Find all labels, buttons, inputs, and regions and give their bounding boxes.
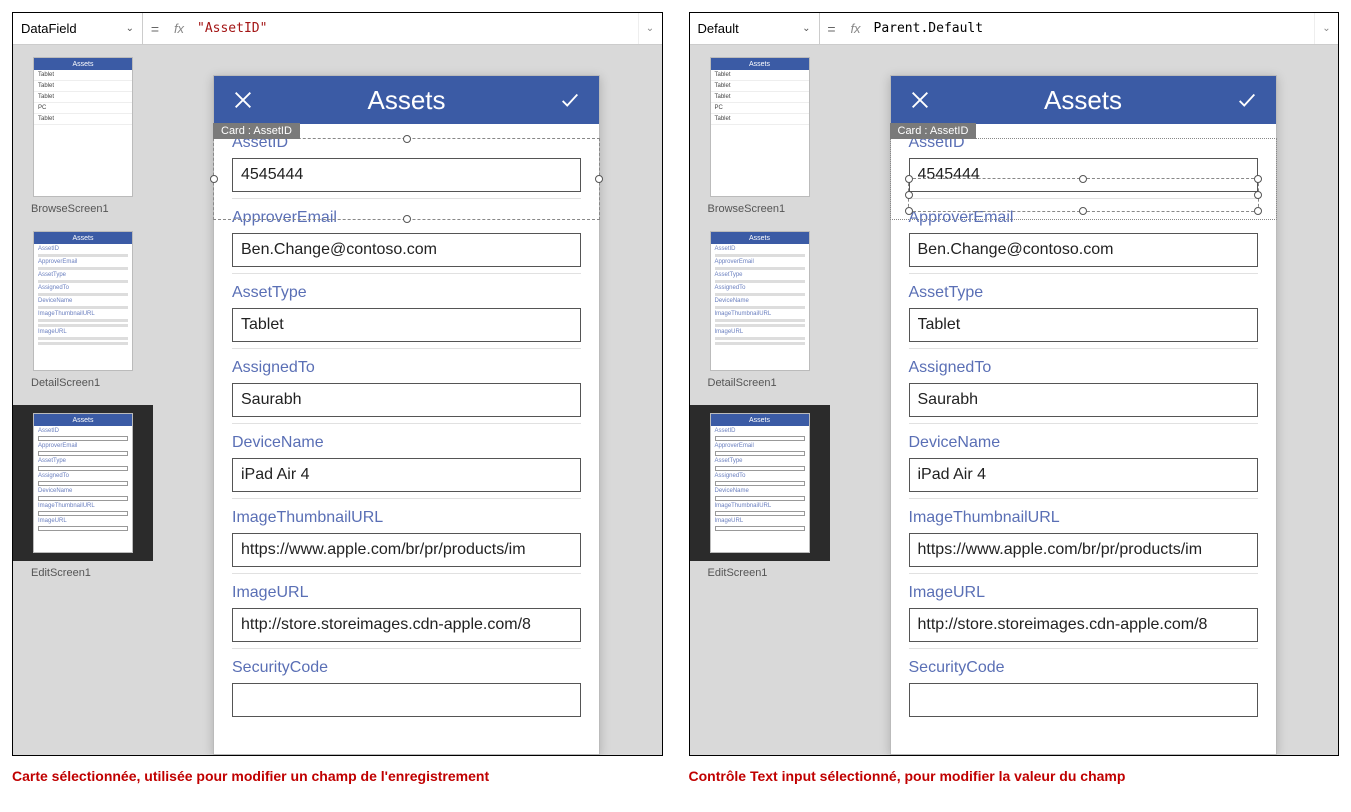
form-card[interactable]: AssignedTo	[232, 348, 581, 423]
field-label: DeviceName	[909, 434, 1258, 452]
screen-thumb-browse[interactable]: Assets Tablet Tablet Tablet PC Tablet	[710, 57, 810, 197]
formula-text: Parent.Default	[874, 21, 984, 36]
input-selection-outline	[908, 178, 1259, 212]
field-input[interactable]	[232, 458, 581, 492]
form-card[interactable]: AssetType	[909, 273, 1258, 348]
field-input[interactable]	[232, 683, 581, 717]
equals-sign: =	[820, 21, 844, 37]
field-label: AssetType	[909, 284, 1258, 302]
field-label: ImageURL	[909, 584, 1258, 602]
field-label: AssignedTo	[909, 359, 1258, 377]
check-icon[interactable]	[1236, 89, 1258, 111]
form-card[interactable]: AssignedTo	[909, 348, 1258, 423]
selection-tag: Card : AssetID	[890, 123, 977, 139]
field-label: ImageThumbnailURL	[232, 509, 581, 527]
screen-thumb-detail[interactable]: Assets AssetID ApproverEmail AssetType A…	[710, 231, 810, 371]
formula-input[interactable]: "AssetID"	[191, 21, 638, 36]
screen-thumb-detail[interactable]: Assets AssetID ApproverEmail AssetType A…	[33, 231, 133, 371]
field-input[interactable]	[909, 383, 1258, 417]
property-dropdown-label: Default	[698, 21, 739, 36]
phone-header: Assets	[214, 76, 599, 124]
field-input[interactable]	[909, 608, 1258, 642]
thumb-label: BrowseScreen1	[13, 203, 109, 215]
form-card[interactable]: ImageThumbnailURL	[232, 498, 581, 573]
form-card[interactable]: ImageURL	[232, 573, 581, 648]
field-input[interactable]	[232, 233, 581, 267]
thumb-label: DetailScreen1	[690, 377, 777, 389]
chevron-down-icon: ⌄	[802, 23, 810, 34]
screen-navigator: Assets Tablet Tablet Tablet PC Tablet Br…	[13, 45, 153, 755]
equals-sign: =	[143, 21, 167, 37]
screen-navigator: Assets Tablet Tablet Tablet PC Tablet Br…	[690, 45, 830, 755]
field-label: SecurityCode	[232, 659, 581, 677]
field-label: AssetType	[232, 284, 581, 302]
thumb-label: DetailScreen1	[13, 377, 100, 389]
formula-bar: DataField ⌄ = fx "AssetID" ⌄	[13, 13, 662, 45]
selection-tag: Card : AssetID	[213, 123, 300, 139]
close-icon[interactable]	[232, 89, 254, 111]
field-input[interactable]	[909, 683, 1258, 717]
field-input[interactable]	[909, 533, 1258, 567]
screen-thumb-edit[interactable]: Assets AssetID ApproverEmail AssetType A…	[710, 413, 810, 553]
formula-expand-icon[interactable]: ⌄	[1314, 13, 1338, 44]
fx-icon: fx	[844, 21, 868, 36]
property-dropdown-label: DataField	[21, 21, 77, 36]
field-input[interactable]	[909, 233, 1258, 267]
canvas[interactable]: Card : AssetID Assets AssetIDApproverEma…	[830, 45, 1339, 755]
thumb-label: EditScreen1	[13, 567, 91, 579]
formula-input[interactable]: Parent.Default	[868, 21, 1315, 36]
form-card[interactable]: ImageURL	[909, 573, 1258, 648]
thumb-label: EditScreen1	[690, 567, 768, 579]
close-icon[interactable]	[909, 89, 931, 111]
editor-panel-right: Default ⌄ = fx Parent.Default ⌄ Assets T…	[689, 12, 1340, 756]
editor-panel-left: DataField ⌄ = fx "AssetID" ⌄ Assets Tabl…	[12, 12, 663, 756]
field-label: AssignedTo	[232, 359, 581, 377]
form-card[interactable]: SecurityCode	[909, 648, 1258, 723]
field-input[interactable]	[232, 383, 581, 417]
chevron-down-icon: ⌄	[126, 23, 134, 34]
caption-left: Carte sélectionnée, utilisée pour modifi…	[12, 756, 663, 784]
canvas[interactable]: Card : AssetID Assets AssetIDApproverEma…	[153, 45, 662, 755]
property-dropdown[interactable]: Default ⌄	[690, 13, 820, 45]
form-card[interactable]: ImageThumbnailURL	[909, 498, 1258, 573]
phone-title: Assets	[254, 85, 559, 116]
screen-thumb-edit[interactable]: Assets AssetID ApproverEmail AssetType A…	[33, 413, 133, 553]
field-input[interactable]	[909, 308, 1258, 342]
property-dropdown[interactable]: DataField ⌄	[13, 13, 143, 45]
field-label: ImageURL	[232, 584, 581, 602]
field-label: DeviceName	[232, 434, 581, 452]
check-icon[interactable]	[559, 89, 581, 111]
thumb-label: BrowseScreen1	[690, 203, 786, 215]
card-selection-outline	[213, 138, 600, 220]
phone-header: Assets	[891, 76, 1276, 124]
form-card[interactable]: DeviceName	[909, 423, 1258, 498]
field-label: SecurityCode	[909, 659, 1258, 677]
formula-text: "AssetID"	[197, 21, 267, 36]
formula-bar: Default ⌄ = fx Parent.Default ⌄	[690, 13, 1339, 45]
formula-expand-icon[interactable]: ⌄	[638, 13, 662, 44]
phone-title: Assets	[931, 85, 1236, 116]
form-card[interactable]: AssetType	[232, 273, 581, 348]
field-input[interactable]	[232, 608, 581, 642]
field-input[interactable]	[232, 308, 581, 342]
form-card[interactable]: DeviceName	[232, 423, 581, 498]
form-card[interactable]: SecurityCode	[232, 648, 581, 723]
caption-right: Contrôle Text input sélectionné, pour mo…	[689, 756, 1340, 784]
fx-icon: fx	[167, 21, 191, 36]
field-input[interactable]	[909, 458, 1258, 492]
field-input[interactable]	[232, 533, 581, 567]
screen-thumb-browse[interactable]: Assets Tablet Tablet Tablet PC Tablet	[33, 57, 133, 197]
field-label: ImageThumbnailURL	[909, 509, 1258, 527]
